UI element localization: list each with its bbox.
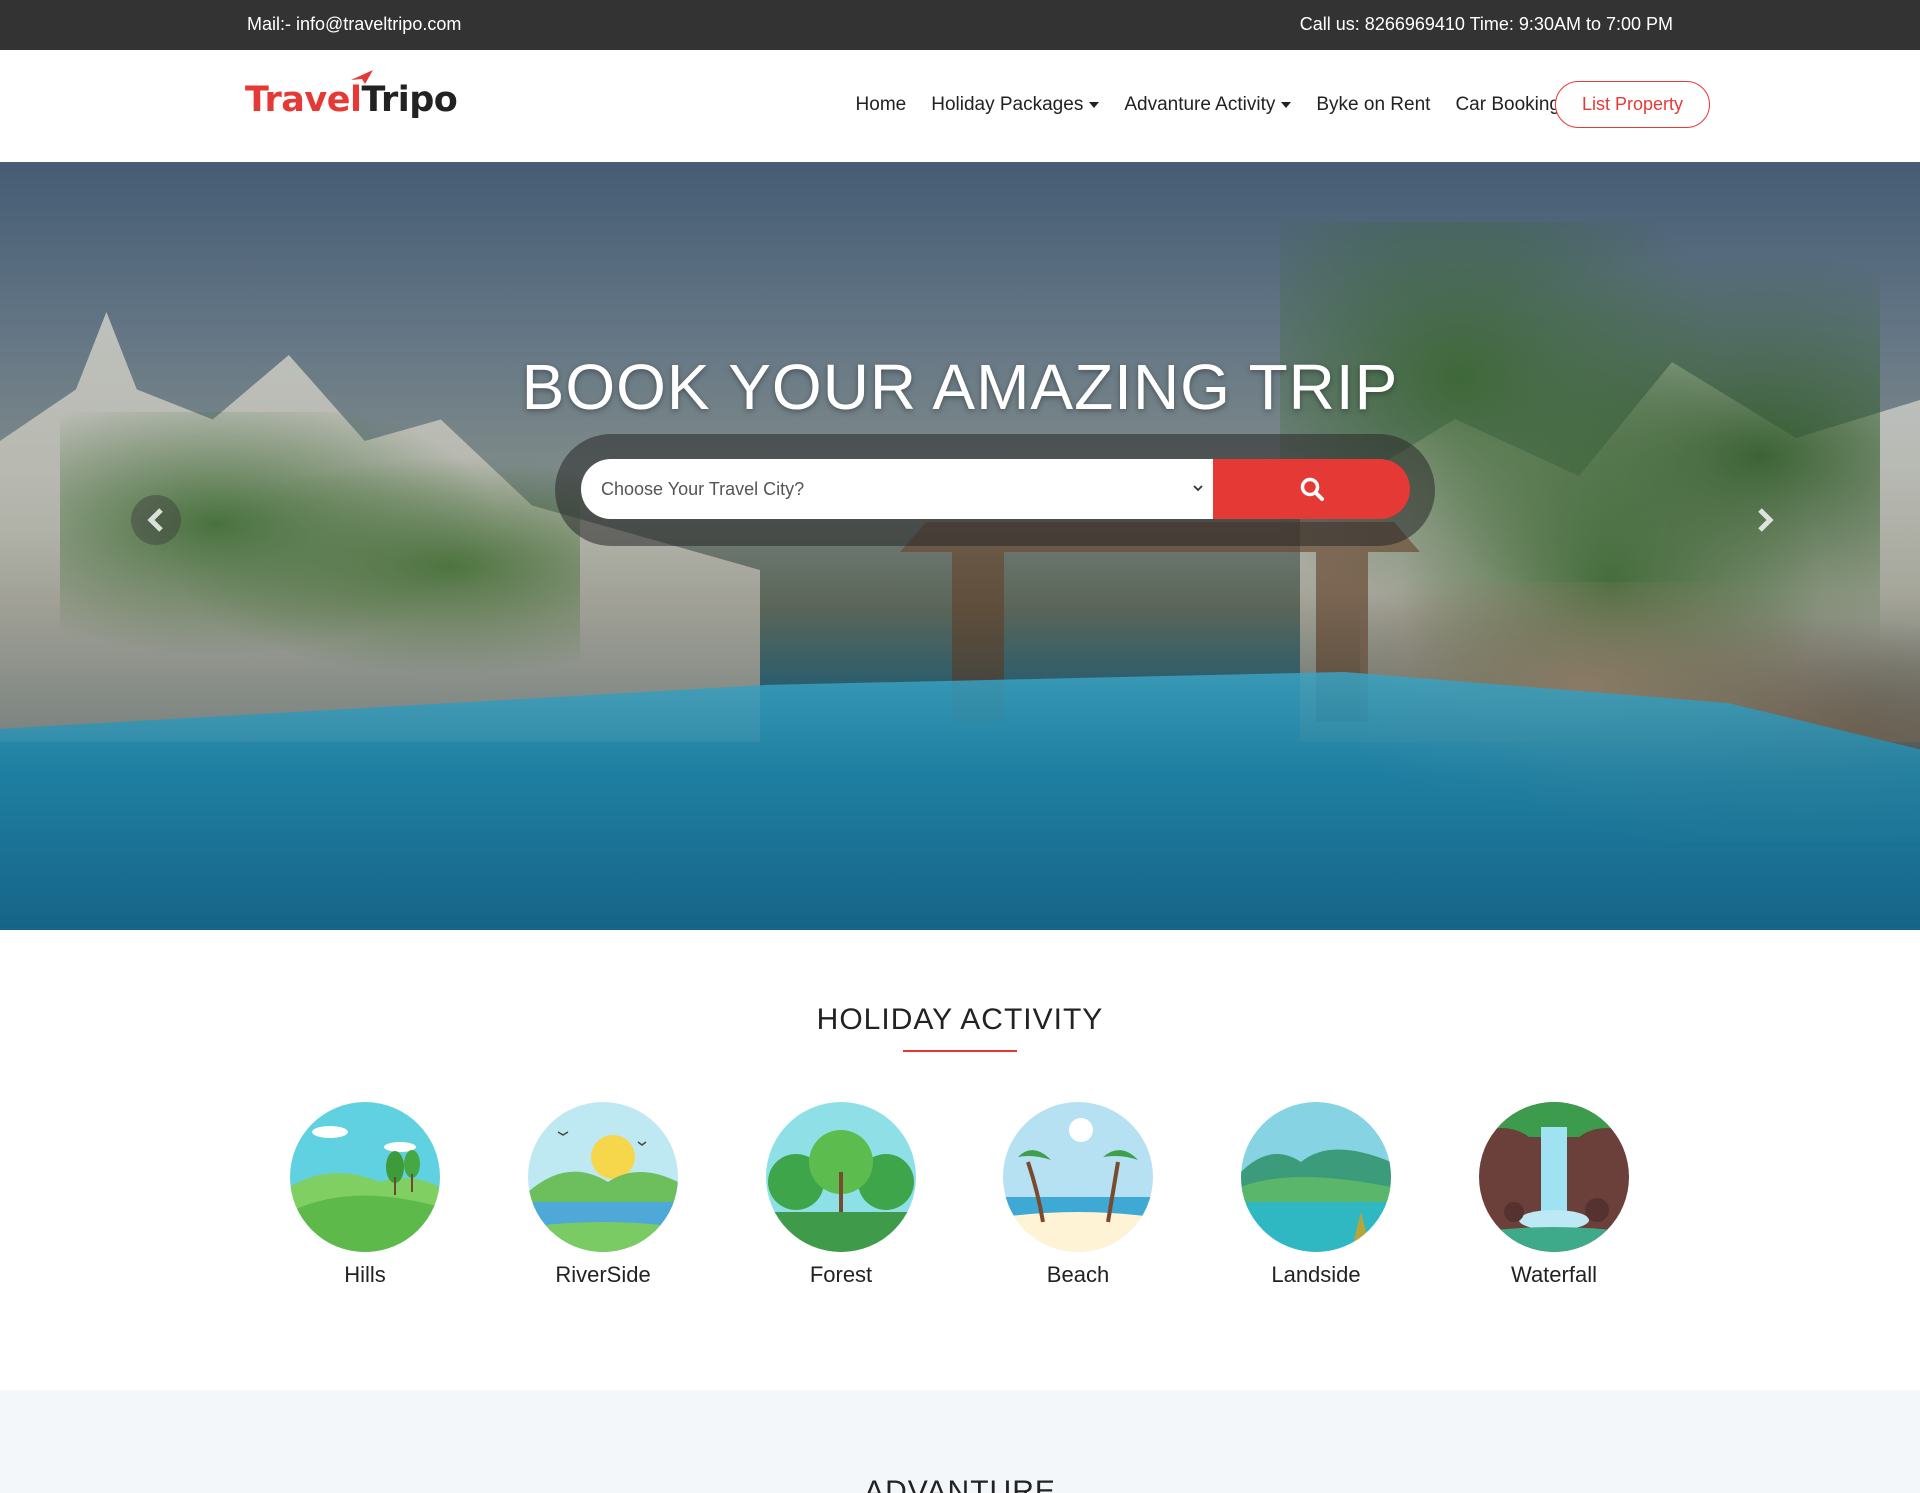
activity-hills[interactable]: Hills: [290, 1102, 440, 1288]
caret-down-icon: [1089, 102, 1100, 108]
holiday-activity-title: HOLIDAY ACTIVITY: [816, 1003, 1104, 1036]
activity-hills-label: Hills: [344, 1262, 386, 1287]
contact-phone-hours: Call us: 8266969410 Time: 9:30AM to 7:00…: [1299, 14, 1673, 34]
list-property-button[interactable]: List Property: [1555, 81, 1710, 128]
beach-illustration: [1003, 1102, 1153, 1252]
activity-riverside[interactable]: RiverSide: [528, 1102, 678, 1288]
nav-home[interactable]: Home: [856, 94, 907, 116]
activity-forest-label: Forest: [809, 1262, 873, 1287]
site-logo[interactable]: TravelTripo: [245, 70, 458, 120]
chevron-left-icon: [147, 508, 163, 532]
waterfall-illustration: [1479, 1102, 1629, 1252]
activity-waterfall-label: Waterfall: [1511, 1262, 1597, 1287]
city-select[interactable]: Choose Your Travel City?: [581, 459, 1213, 519]
landside-illustration: [1241, 1102, 1391, 1252]
top-info-bar: Mail:- info@traveltripo.com Call us: 826…: [0, 0, 1920, 50]
carousel-prev-button[interactable]: [131, 495, 181, 545]
activity-riverside-label: RiverSide: [555, 1262, 651, 1287]
nav-byke-on-rent-label: Byke on Rent: [1316, 94, 1431, 115]
nav-holiday-packages[interactable]: Holiday Packages: [931, 94, 1100, 116]
hero-banner: BOOK YOUR AMAZING TRIP Choose Your Trave…: [0, 162, 1920, 930]
search-icon: [1300, 477, 1324, 501]
activity-landside[interactable]: Landside: [1241, 1102, 1391, 1288]
site-header: TravelTripo Home Holiday Packages Advant…: [0, 50, 1920, 162]
activity-forest[interactable]: Forest: [766, 1102, 916, 1288]
adventure-title: ADVANTURE: [864, 1475, 1056, 1493]
activity-beach[interactable]: Beach: [1003, 1102, 1153, 1288]
nav-car-booking[interactable]: Car Booking: [1455, 94, 1560, 116]
activity-landside-label: Landside: [1271, 1262, 1361, 1287]
paper-plane-icon: [351, 70, 373, 84]
forest-illustration: [766, 1102, 916, 1252]
nav-home-label: Home: [855, 94, 907, 115]
hero-title: BOOK YOUR AMAZING TRIP: [521, 351, 1399, 423]
hero-bg-palms-left: [60, 412, 580, 692]
main-nav: Home Holiday Packages Advanture Activity…: [856, 94, 1560, 116]
city-select-placeholder: Choose Your Travel City?: [601, 478, 805, 499]
nav-advanture-activity[interactable]: Advanture Activity: [1124, 94, 1292, 116]
logo-text-tripo: Tripo: [361, 80, 458, 120]
logo-text-travel: Travel: [245, 80, 362, 120]
search-button[interactable]: [1213, 459, 1410, 519]
activity-beach-label: Beach: [1046, 1262, 1110, 1287]
contact-email[interactable]: Mail:- info@traveltripo.com: [247, 14, 461, 35]
carousel-next-button[interactable]: [1740, 495, 1790, 545]
nav-car-booking-label: Car Booking: [1455, 94, 1560, 115]
nav-advanture-activity-label: Advanture Activity: [1124, 94, 1276, 115]
nav-byke-on-rent[interactable]: Byke on Rent: [1316, 94, 1430, 116]
hills-illustration: [290, 1102, 440, 1252]
riverside-illustration: [528, 1102, 678, 1252]
title-underline: [903, 1050, 1017, 1052]
nav-holiday-packages-label: Holiday Packages: [931, 94, 1084, 115]
caret-down-icon: [1281, 102, 1292, 108]
chevron-right-icon: [1758, 508, 1774, 532]
activity-waterfall[interactable]: Waterfall: [1479, 1102, 1629, 1288]
chevron-down-icon: [1193, 485, 1203, 492]
